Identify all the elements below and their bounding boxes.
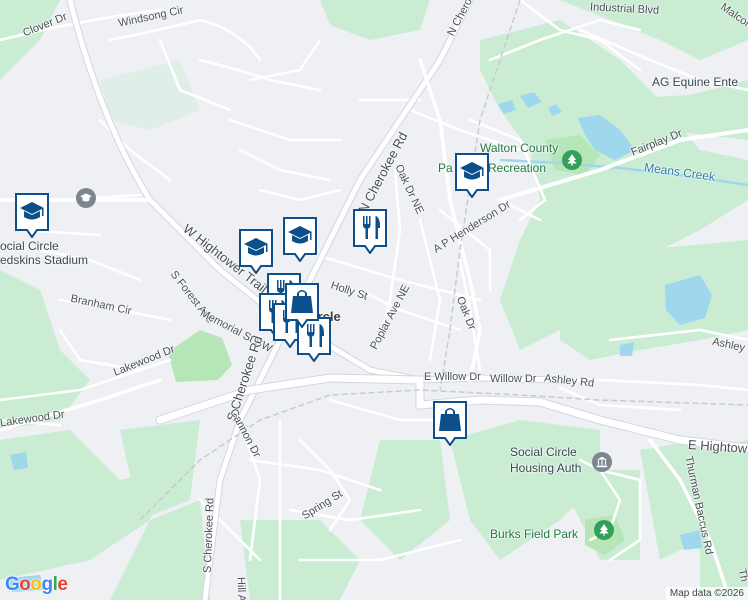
place-label-stadium-1: ocial Circle	[0, 239, 59, 253]
shopping-icon	[433, 401, 467, 446]
street-label-th-right: Th	[735, 567, 748, 583]
map-canvas[interactable]: Clover Dr Windsong Cir N Chero Industria…	[0, 0, 748, 600]
street-label-e-willow-dr: E Willow Dr	[424, 371, 481, 383]
place-label-housing-1: Social Circle	[510, 445, 577, 459]
school-pin-3[interactable]	[282, 216, 318, 262]
restaurant-pin-1[interactable]	[352, 208, 388, 254]
street-label-e-hightower: E Hightow	[687, 436, 748, 457]
school-pin-2[interactable]	[238, 228, 274, 274]
map-base-layer	[0, 0, 748, 600]
shopping-icon	[285, 283, 319, 328]
place-label-walton-county-2: Pa	[438, 161, 453, 175]
forest-areas	[0, 0, 748, 600]
place-label-burks-field-park: Burks Field Park	[490, 527, 579, 541]
street-label-hill-ave: Hill A	[234, 576, 248, 600]
school-pin-1[interactable]	[14, 192, 50, 238]
school-icon	[283, 217, 317, 262]
street-label-willow-dr: Willow Dr	[490, 373, 537, 385]
place-label-ag-equine: AG Equine Ente	[652, 75, 739, 89]
place-label-stadium-2: edskins Stadium	[0, 253, 89, 267]
place-label-walton-county: Walton County	[480, 141, 559, 155]
place-label-recreation: Recreation	[488, 161, 547, 175]
shopping-pin-2[interactable]	[432, 400, 468, 446]
google-logo-text: Google	[5, 574, 68, 595]
school-icon	[455, 153, 489, 198]
map-data-attribution[interactable]: Map data ©2026	[665, 587, 748, 600]
park-tree-icon[interactable]	[562, 150, 582, 170]
school-icon	[15, 193, 49, 238]
school-icon	[239, 229, 273, 274]
stadium-icon[interactable]	[76, 188, 96, 208]
government-building-icon[interactable]	[592, 452, 612, 472]
park-tree-icon-2[interactable]	[594, 520, 614, 540]
place-label-housing-2: Housing Auth	[510, 461, 582, 475]
school-pin-4[interactable]	[454, 152, 490, 198]
restaurant-icon	[353, 209, 387, 254]
google-logo: Google	[5, 574, 68, 596]
shopping-pin-1[interactable]	[284, 282, 320, 328]
